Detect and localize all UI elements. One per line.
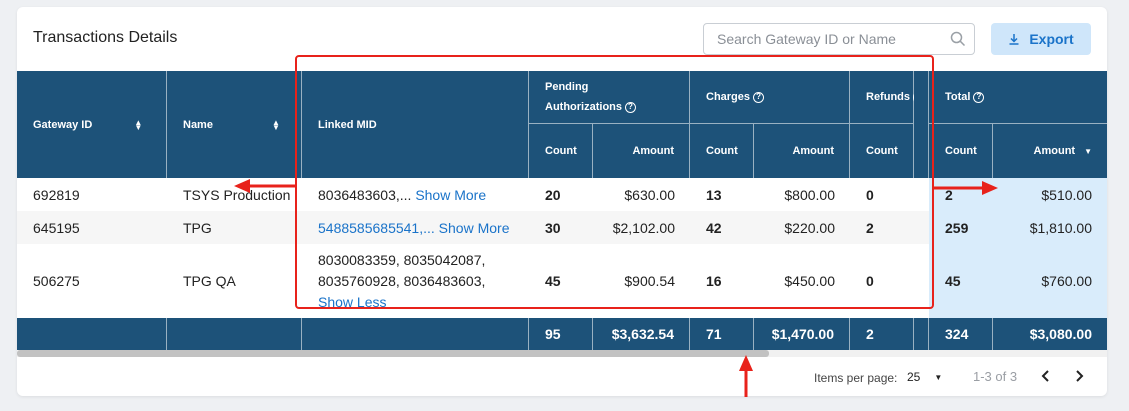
totals-spacer	[914, 318, 929, 350]
search-box[interactable]	[703, 23, 975, 55]
sort-desc-icon[interactable]: ▼	[1084, 147, 1092, 156]
pending-label-line2: Authorizations	[545, 101, 622, 113]
total-charges-amount: $1,470.00	[754, 318, 850, 350]
cell-name: TSYS Production	[183, 186, 291, 203]
cell-gateway-id: 692819	[33, 186, 80, 203]
total-charges-count: 71	[690, 318, 754, 350]
header-refunds-count[interactable]: Count	[850, 124, 914, 178]
cell-pending-amount: $900.54	[624, 273, 675, 289]
cell-total-amount: $510.00	[993, 178, 1107, 211]
help-icon[interactable]: ?	[753, 91, 765, 103]
show-less-link[interactable]: Show Less	[318, 292, 529, 313]
header-total-count[interactable]: Count	[929, 124, 993, 178]
search-icon[interactable]	[950, 31, 966, 47]
cell-gateway-id: 506275	[33, 273, 80, 289]
header-refunds: Refunds?	[850, 71, 920, 124]
totals-empty-cell	[302, 318, 529, 350]
cell-charges-amount: $800.00	[784, 186, 835, 203]
cell-linked-mid: 5488585685541,... Show More	[302, 211, 529, 244]
download-icon	[1009, 34, 1019, 45]
cell-pending-amount: $630.00	[624, 186, 675, 203]
cell-charges-count: 16	[706, 273, 722, 289]
cell-total-count: 259	[929, 211, 993, 244]
cell-charges-count: 42	[706, 219, 722, 236]
page-title: Transactions Details	[33, 29, 178, 46]
cell-pending-count: 20	[545, 186, 561, 203]
items-per-page-select[interactable]: 25 ▼	[907, 370, 942, 384]
header-charges-count[interactable]: Count	[690, 124, 754, 178]
chevron-right-icon[interactable]	[1070, 367, 1088, 385]
header-pending-amount[interactable]: Amount	[593, 124, 690, 178]
help-icon[interactable]: ?	[625, 101, 636, 113]
header-name[interactable]: Name ▲ ▼	[167, 71, 302, 178]
cell-gateway-id: 645195	[33, 219, 80, 236]
table-row[interactable]: 645195 TPG 5488585685541,... Show More 3…	[17, 211, 1107, 244]
totals-empty-cell	[167, 318, 302, 350]
cell-charges-amount: $450.00	[784, 273, 835, 289]
header-spacer	[914, 71, 929, 178]
items-per-page-value: 25	[907, 370, 921, 384]
cell-charges-count: 13	[706, 186, 722, 203]
cell-refunds-count: 2	[866, 219, 874, 236]
totals-empty-cell	[17, 318, 167, 350]
total-total-count: 324	[929, 318, 993, 350]
help-icon[interactable]: ?	[973, 91, 985, 103]
header-pending-count[interactable]: Count	[529, 124, 593, 178]
total-pending-count: 95	[529, 318, 593, 350]
cell-refunds-count: 0	[866, 186, 874, 203]
pending-label-line1: Pending	[545, 81, 589, 93]
chevron-down-icon: ▼	[934, 372, 943, 382]
cell-name: TPG QA	[183, 273, 236, 289]
cell-charges-amount: $220.00	[784, 219, 835, 236]
horizontal-scrollbar[interactable]	[17, 350, 1107, 357]
export-button[interactable]: Export	[991, 23, 1091, 55]
cell-pending-count: 45	[545, 273, 561, 289]
cell-linked-mid: 8036483603,... Show More	[318, 186, 487, 203]
cell-name: TPG	[183, 219, 212, 236]
scrollbar-thumb[interactable]	[17, 350, 769, 357]
header-gateway-id[interactable]: Gateway ID ▲ ▼	[17, 71, 167, 178]
cell-total-count: 45	[929, 244, 993, 318]
sort-icon[interactable]: ▲ ▼	[134, 118, 142, 131]
items-per-page-label: Items per page:	[814, 371, 898, 385]
sort-icon[interactable]: ▲ ▼	[272, 118, 280, 131]
total-total-amount: $3,080.00	[1029, 326, 1092, 342]
search-input[interactable]	[704, 24, 944, 54]
paginator: Items per page: 25 ▼ 1-3 of 3	[17, 357, 1107, 396]
transactions-card: Transactions Details Export Gateway ID ▲…	[17, 7, 1107, 396]
page-range: 1-3 of 3	[973, 369, 1018, 384]
cell-total-count: 2	[929, 178, 993, 211]
header-pending-authorizations: Pending Authorizations?	[529, 71, 690, 124]
table-row[interactable]: 692819 TSYS Production 8036483603,... Sh…	[17, 178, 1107, 211]
totals-row: 95 $3,632.54 71 $1,470.00 2 324 $3,080.0…	[17, 318, 1107, 350]
cell-total-amount: $1,810.00	[993, 211, 1107, 244]
header-charges-amount[interactable]: Amount	[754, 124, 850, 178]
header-linked-mid: Linked MID	[302, 71, 529, 178]
show-more-link[interactable]: Show More	[415, 187, 486, 203]
cell-pending-count: 30	[545, 219, 561, 236]
show-more-link[interactable]: Show More	[439, 220, 510, 236]
cell-pending-amount: $2,102.00	[612, 219, 675, 236]
table-row[interactable]: 506275 TPG QA 8030083359, 8035042087, 80…	[17, 244, 1107, 318]
chevron-left-icon[interactable]	[1037, 367, 1055, 385]
cell-total-amount: $760.00	[993, 244, 1107, 318]
linked-mid-value[interactable]: 5488585685541,...	[318, 220, 435, 236]
total-pending-amount: $3,632.54	[593, 318, 690, 350]
header-total: Total?	[929, 71, 1107, 124]
cell-refunds-count: 0	[866, 273, 874, 289]
header-charges: Charges?	[690, 71, 850, 124]
header-total-amount[interactable]: Amount ▼	[993, 124, 1107, 178]
cell-linked-mid: 8030083359, 8035042087, 8035760928, 8036…	[302, 244, 529, 318]
export-label: Export	[1029, 31, 1074, 47]
total-refunds-count: 2	[850, 318, 914, 350]
